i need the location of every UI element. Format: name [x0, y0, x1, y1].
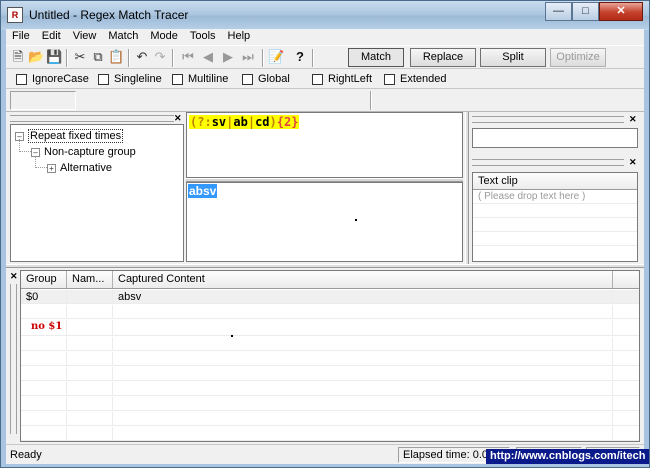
toolbar-separator — [128, 49, 130, 67]
save-icon[interactable]: 💾 — [46, 49, 62, 65]
table-row — [21, 337, 639, 351]
tree-line — [19, 151, 31, 152]
results-header: Group Nam... Captured Content — [21, 271, 639, 289]
extended-checkbox[interactable]: Extended — [384, 73, 446, 85]
window-title: Untitled - Regex Match Tracer — [29, 8, 189, 22]
open-folder-icon[interactable]: 📂 — [28, 49, 44, 65]
table-row — [21, 382, 639, 396]
last-icon[interactable]: ⏭ — [240, 49, 256, 65]
toolbar: 🗎 📂 💾 ✂ ⧉ 📋 ↶ ↷ ⏮ ◀ ▶ ⏭ 📝 ? Match Replac… — [6, 45, 644, 69]
cursor-mark — [231, 335, 233, 337]
list-item — [473, 218, 637, 232]
singleline-checkbox[interactable]: Singleline — [98, 73, 162, 85]
menu-file[interactable]: File — [6, 29, 36, 45]
undo-icon[interactable]: ↶ — [134, 49, 150, 65]
table-row — [21, 397, 639, 411]
clip-panel-grip[interactable] — [472, 159, 624, 166]
menu-help[interactable]: Help — [222, 29, 257, 45]
toolbar-separator — [312, 49, 314, 67]
expand-icon[interactable]: + — [47, 163, 56, 173]
expression-tree[interactable]: – Repeat fixed times – Non-capture group… — [10, 124, 184, 262]
close-icon[interactable]: ✕ — [629, 158, 637, 167]
title-bar[interactable]: R Untitled - Regex Match Tracer — □ ✕ — [1, 1, 649, 30]
list-item — [473, 232, 637, 246]
toolbar-separator — [66, 49, 68, 67]
table-row[interactable]: $0 absv — [21, 290, 639, 304]
table-row — [21, 427, 639, 441]
split-button[interactable]: Split — [480, 48, 546, 67]
toolbar-separator — [262, 49, 264, 67]
table-row — [21, 367, 639, 381]
tree-line — [35, 167, 47, 168]
tree-node-group[interactable]: – Non-capture group — [31, 146, 136, 158]
rightleft-checkbox[interactable]: RightLeft — [312, 73, 372, 85]
new-file-icon[interactable]: 🗎 — [10, 49, 26, 65]
toolbar-slot — [10, 91, 76, 110]
cut-icon[interactable]: ✂ — [72, 49, 88, 65]
table-row[interactable]: no $1 — [21, 320, 639, 336]
results-grid[interactable]: Group Nam... Captured Content $0 absv no… — [20, 270, 640, 442]
close-icon[interactable]: ✕ — [10, 272, 18, 281]
watermark-link[interactable]: http://www.cnblogs.com/itech — [486, 449, 650, 464]
first-icon[interactable]: ⏮ — [180, 49, 196, 65]
minimize-icon[interactable]: — — [545, 2, 572, 21]
ignorecase-checkbox[interactable]: IgnoreCase — [16, 73, 89, 85]
global-checkbox[interactable]: Global — [242, 73, 290, 85]
text-input[interactable]: absv — [186, 182, 463, 262]
next-icon[interactable]: ▶ — [220, 49, 236, 65]
clip-header: Text clip — [473, 173, 637, 190]
window-controls: — □ ✕ — [545, 2, 643, 21]
toolbar-separator — [370, 91, 372, 110]
table-row — [21, 352, 639, 366]
prev-icon[interactable]: ◀ — [200, 49, 216, 65]
paste-icon[interactable]: 📋 — [108, 49, 124, 65]
redo-icon[interactable]: ↷ — [152, 49, 168, 65]
menu-bar: File Edit View Match Mode Tools Help — [6, 29, 644, 45]
maximize-icon[interactable]: □ — [572, 2, 599, 21]
close-icon[interactable]: ✕ — [599, 2, 643, 21]
close-icon[interactable]: ✕ — [174, 114, 182, 123]
clip-placeholder: ( Please drop text here ) — [473, 190, 637, 204]
column-name[interactable]: Nam... — [67, 271, 113, 288]
app-icon[interactable]: R — [7, 7, 23, 23]
results-panel-grip[interactable] — [10, 284, 17, 434]
close-icon[interactable]: ✕ — [629, 115, 637, 124]
secondary-toolbar — [6, 89, 644, 112]
vertical-splitter[interactable] — [465, 112, 469, 264]
menu-tools[interactable]: Tools — [184, 29, 222, 45]
text-clip-panel[interactable]: Text clip ( Please drop text here ) — [472, 172, 638, 262]
menu-mode[interactable]: Mode — [144, 29, 184, 45]
help-icon[interactable]: ? — [292, 49, 308, 65]
tree-node-alternative[interactable]: + Alternative — [47, 162, 112, 174]
replace-input[interactable] — [472, 128, 638, 148]
matched-text: absv — [188, 184, 218, 198]
main-area: ✕ – Repeat fixed times – Non-capture gro… — [6, 112, 644, 444]
column-group[interactable]: Group — [21, 271, 67, 288]
status-text: Ready — [10, 449, 42, 461]
tree-node-root[interactable]: – Repeat fixed times — [15, 129, 124, 143]
replace-button[interactable]: Replace — [410, 48, 476, 67]
multiline-checkbox[interactable]: Multiline — [172, 73, 228, 85]
table-row — [21, 412, 639, 426]
right-panel-grip[interactable] — [472, 116, 624, 123]
menu-edit[interactable]: Edit — [36, 29, 67, 45]
column-captured-content[interactable]: Captured Content — [113, 271, 613, 288]
copy-icon[interactable]: ⧉ — [90, 49, 106, 65]
horizontal-splitter[interactable] — [6, 264, 644, 268]
cursor-mark — [355, 219, 357, 221]
options-bar: IgnoreCase Singleline Multiline Global R… — [6, 69, 644, 89]
tree-panel-grip[interactable] — [10, 115, 174, 122]
regex-input[interactable]: (?:sv|ab|cd){2} — [186, 112, 463, 178]
menu-view[interactable]: View — [67, 29, 103, 45]
menu-match[interactable]: Match — [102, 29, 144, 45]
list-item — [473, 204, 637, 218]
regex-expression: (?:sv|ab|cd){2} — [189, 115, 300, 129]
toolbar-separator — [172, 49, 174, 67]
optimize-button[interactable]: Optimize — [550, 48, 606, 67]
table-row[interactable] — [21, 305, 639, 319]
match-button[interactable]: Match — [348, 48, 404, 67]
insert-icon[interactable]: 📝 — [268, 49, 284, 65]
